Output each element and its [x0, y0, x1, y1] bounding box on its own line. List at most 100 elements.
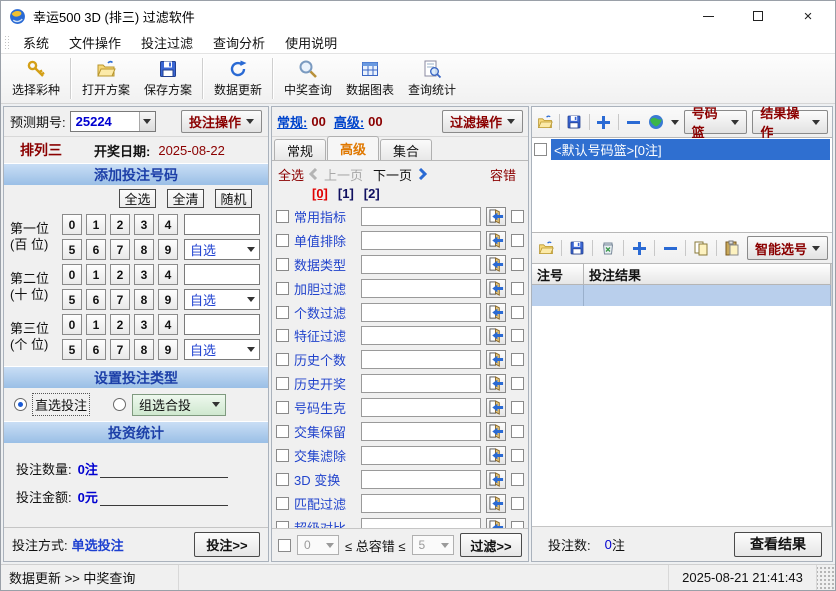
import-door-button[interactable]: [486, 303, 506, 322]
page-number-0[interactable]: [0]: [312, 186, 328, 201]
filter-label[interactable]: 个数过滤: [294, 303, 356, 322]
filter-label[interactable]: 数据类型: [294, 255, 356, 274]
pager-select-all[interactable]: 全选: [278, 165, 304, 184]
clear-all-button[interactable]: 全清: [167, 189, 204, 208]
basket-item-label[interactable]: <默认号码篮>[0注]: [551, 139, 830, 160]
filter-tolerance-checkbox[interactable]: [511, 353, 524, 366]
import-door-button[interactable]: [486, 231, 506, 250]
maximize-button[interactable]: [747, 5, 769, 27]
filter-tolerance-checkbox[interactable]: [511, 521, 524, 528]
filter-label[interactable]: 加胆过滤: [294, 279, 356, 298]
filter-label[interactable]: 3D 变换: [294, 470, 356, 489]
filter-label[interactable]: 交集保留: [294, 422, 356, 441]
next-page-button[interactable]: 下一页: [373, 165, 412, 184]
filter-tolerance-checkbox[interactable]: [511, 258, 524, 271]
pick-mode-select[interactable]: 自选: [184, 289, 260, 310]
digit-button[interactable]: 7: [110, 339, 130, 360]
tab-regular[interactable]: 常规: [274, 139, 326, 160]
pager-tolerance-label[interactable]: 容错: [490, 165, 516, 184]
filter-label[interactable]: 特征过滤: [294, 326, 356, 345]
prev-page-button[interactable]: 上一页: [324, 165, 363, 184]
digit-button[interactable]: 5: [62, 339, 82, 360]
import-door-button[interactable]: [486, 350, 506, 369]
group-bet-select[interactable]: 组选合投: [132, 394, 226, 416]
digit-button[interactable]: 3: [134, 264, 154, 285]
open-plan-button[interactable]: 打开方案: [75, 54, 137, 103]
filter-checkbox[interactable]: [276, 353, 289, 366]
filter-value-input[interactable]: [361, 422, 481, 441]
digit-button[interactable]: 2: [110, 214, 130, 235]
pick-mode-select[interactable]: 自选: [184, 339, 260, 360]
import-door-button[interactable]: [486, 422, 506, 441]
direct-bet-label[interactable]: 直选投注: [33, 394, 89, 415]
digit-button[interactable]: 6: [86, 339, 106, 360]
filter-value-input[interactable]: [361, 303, 481, 322]
remove-result-button[interactable]: [660, 238, 680, 258]
filter-checkbox[interactable]: [276, 210, 289, 223]
import-door-button[interactable]: [486, 446, 506, 465]
filter-checkbox[interactable]: [276, 473, 289, 486]
filter-value-input[interactable]: [361, 207, 481, 226]
select-all-button[interactable]: 全选: [119, 189, 156, 208]
menu-bet-filter[interactable]: 投注过滤: [131, 31, 203, 54]
filter-checkbox[interactable]: [276, 449, 289, 462]
digit-button[interactable]: 9: [158, 289, 178, 310]
view-results-button[interactable]: 查看结果: [734, 532, 822, 557]
digit-button[interactable]: 4: [158, 214, 178, 235]
digit-button[interactable]: 8: [134, 339, 154, 360]
import-door-button[interactable]: [486, 279, 506, 298]
page-number-2[interactable]: [2]: [364, 186, 380, 201]
data-update-button[interactable]: 数据更新: [207, 54, 269, 103]
menu-query-analysis[interactable]: 查询分析: [203, 31, 275, 54]
digit-button[interactable]: 0: [62, 314, 82, 335]
import-door-button[interactable]: [486, 255, 506, 274]
filter-value-input[interactable]: [361, 279, 481, 298]
filter-value-input[interactable]: [361, 374, 481, 393]
filter-checkbox[interactable]: [276, 425, 289, 438]
filter-value-input[interactable]: [361, 518, 481, 528]
menu-help[interactable]: 使用说明: [275, 31, 347, 54]
digit-button[interactable]: 1: [86, 214, 106, 235]
resize-grip[interactable]: [817, 565, 835, 590]
regular-count-link[interactable]: 常规:: [277, 112, 307, 131]
save-basket-button[interactable]: [565, 112, 583, 132]
bet-submit-button[interactable]: 投注>>: [194, 532, 260, 557]
filter-label[interactable]: 常用指标: [294, 207, 356, 226]
filter-checkbox[interactable]: [276, 497, 289, 510]
filter-tolerance-checkbox[interactable]: [511, 497, 524, 510]
digit-button[interactable]: 7: [110, 289, 130, 310]
digit-button[interactable]: 0: [62, 214, 82, 235]
direct-bet-radio[interactable]: [14, 398, 27, 411]
save-results-button[interactable]: [567, 238, 587, 258]
filter-checkbox[interactable]: [276, 401, 289, 414]
filter-value-input[interactable]: [361, 231, 481, 250]
filter-checkbox[interactable]: [276, 306, 289, 319]
save-plan-button[interactable]: 保存方案: [137, 54, 199, 103]
filter-checkbox[interactable]: [276, 521, 289, 528]
total-tolerance-checkbox[interactable]: [278, 539, 291, 552]
filter-checkbox[interactable]: [276, 329, 289, 342]
open-basket-button[interactable]: [536, 112, 554, 132]
filter-tolerance-checkbox[interactable]: [511, 329, 524, 342]
chevron-down-icon[interactable]: [139, 112, 155, 131]
filter-checkbox[interactable]: [276, 282, 289, 295]
digit-button[interactable]: 1: [86, 314, 106, 335]
open-results-button[interactable]: [536, 238, 556, 258]
filter-value-input[interactable]: [361, 326, 481, 345]
chevron-left-icon[interactable]: [308, 168, 320, 180]
filter-value-input[interactable]: [361, 446, 481, 465]
query-stats-button[interactable]: 查询统计: [401, 54, 463, 103]
import-door-button[interactable]: [486, 494, 506, 513]
digit-button[interactable]: 3: [134, 214, 154, 235]
position-numbers-input[interactable]: [184, 264, 260, 285]
digit-button[interactable]: 2: [110, 264, 130, 285]
position-numbers-input[interactable]: [184, 314, 260, 335]
digit-button[interactable]: 9: [158, 339, 178, 360]
bet-operations-button[interactable]: 投注操作: [181, 110, 262, 133]
chevron-right-icon[interactable]: [416, 168, 428, 180]
tab-set[interactable]: 集合: [380, 139, 432, 160]
result-operations-button[interactable]: 结果操作: [752, 110, 828, 134]
filter-tolerance-checkbox[interactable]: [511, 425, 524, 438]
smart-pick-button[interactable]: 智能选号: [747, 236, 828, 260]
digit-button[interactable]: 4: [158, 314, 178, 335]
